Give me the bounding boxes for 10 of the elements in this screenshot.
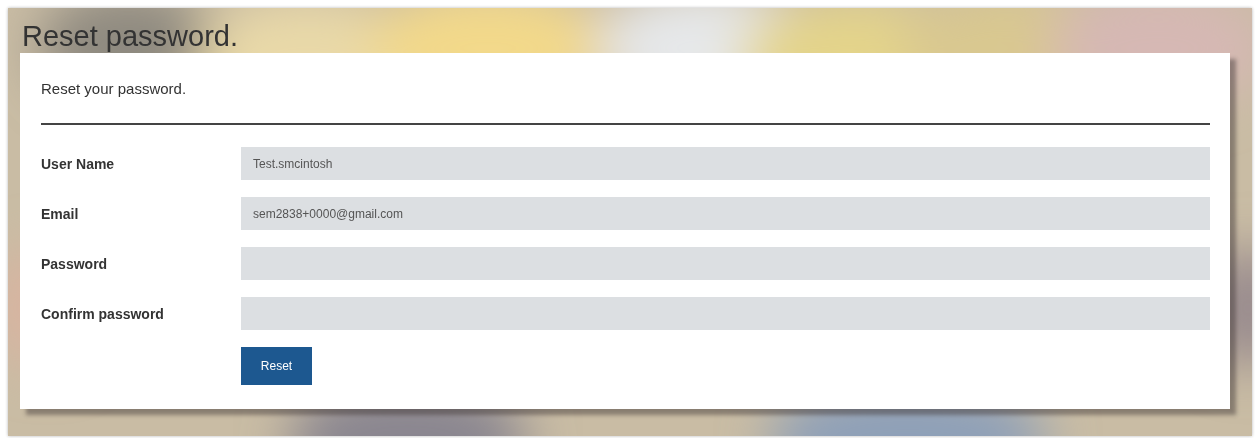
field-label: Password: [41, 255, 109, 272]
field-label: User Name: [41, 155, 116, 172]
reset-button[interactable]: Reset: [241, 347, 312, 385]
input-field[interactable]: Test.smcintosh: [241, 147, 1210, 180]
field-label: Email: [41, 205, 80, 222]
field-label: Confirm password: [41, 305, 165, 322]
input-field[interactable]: [241, 247, 1210, 280]
input-field[interactable]: [241, 297, 1210, 330]
form-heading: Reset your password.: [41, 79, 188, 99]
input-field[interactable]: sem2838+0000@gmail.com: [241, 197, 1210, 230]
